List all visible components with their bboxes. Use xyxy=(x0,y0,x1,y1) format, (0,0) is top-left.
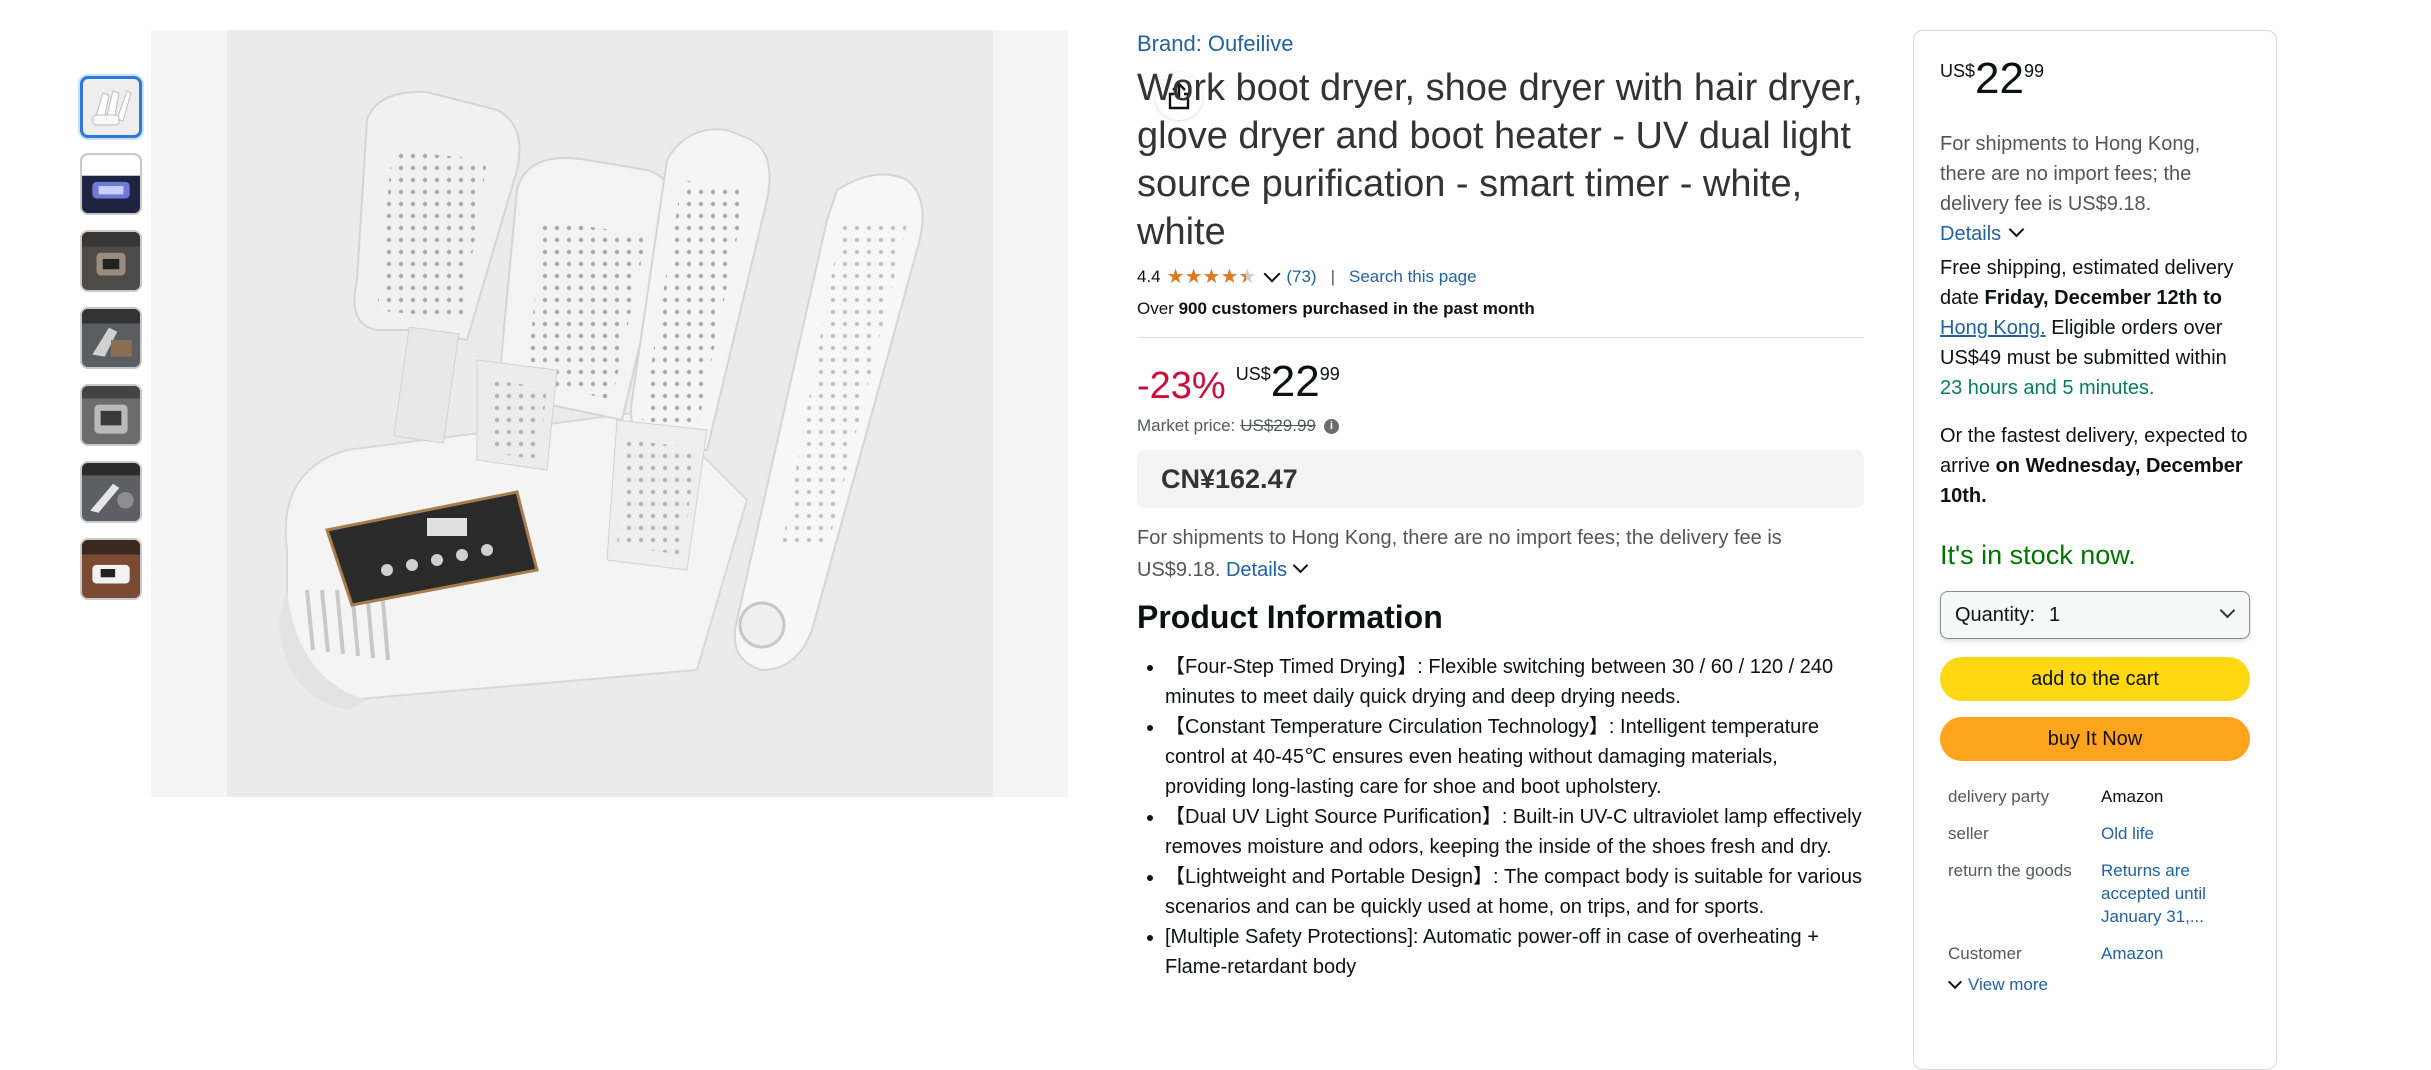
seller-info: delivery party Amazon seller Old life re… xyxy=(1940,785,2250,995)
star-icon: ★ xyxy=(1184,266,1203,288)
star-half-icon: ★ xyxy=(1238,266,1257,288)
view-more-label[interactable]: View more xyxy=(1968,975,2048,995)
thumbnail-5[interactable] xyxy=(80,384,142,446)
purchase-count-text: 900 customers purchased in the past mont… xyxy=(1178,299,1535,318)
quantity-value: 1 xyxy=(2049,603,2061,626)
buybox-price-currency: US$ xyxy=(1940,61,1976,81)
delivery-date: Friday, December 12th to xyxy=(1984,287,2222,309)
buybox-price-fraction: 99 xyxy=(2023,61,2044,81)
chevron-down-icon[interactable] xyxy=(1292,557,1309,574)
feature-bullet: [Multiple Safety Protections]: Automatic… xyxy=(1165,922,1864,982)
quantity-label: Quantity: xyxy=(1955,603,2036,626)
feature-bullet: 【Dual UV Light Source Purification】: Bui… xyxy=(1165,802,1864,862)
meta-key: return the goods xyxy=(1948,861,2072,880)
purchase-count: Over 900 customers purchased in the past… xyxy=(1137,299,1864,338)
meta-row-returns: return the goods Returns are accepted un… xyxy=(1940,859,2250,928)
quantity-select[interactable]: Quantity: 1 xyxy=(1940,591,2250,639)
returns-link[interactable]: Returns are accepted until January 31,..… xyxy=(2101,859,2250,928)
market-price-label: Market price: xyxy=(1137,416,1236,435)
thumbnail-2[interactable] xyxy=(80,153,142,215)
buybox-price-whole: 22 xyxy=(1975,54,2024,103)
fastest-delivery-info: Or the fastest delivery, expected to arr… xyxy=(1940,421,2250,511)
purchase-count-prefix: Over xyxy=(1137,299,1179,318)
buybox-details-label[interactable]: Details xyxy=(1940,223,2001,245)
star-icon: ★ xyxy=(1220,266,1239,288)
thumbnail-6[interactable] xyxy=(80,461,142,523)
main-product-image[interactable] xyxy=(151,30,1203,797)
market-price-row: Market price: US$29.99 i xyxy=(1137,416,1864,436)
stock-status: It's in stock now. xyxy=(1940,540,2136,570)
converted-price: CN¥162.47 xyxy=(1161,463,1298,494)
customer-service-link[interactable]: Amazon xyxy=(2101,942,2250,965)
thumbnail-1[interactable] xyxy=(80,76,142,138)
meta-value: Amazon xyxy=(2101,787,2164,806)
meta-row-delivery: delivery party Amazon xyxy=(1940,785,2250,808)
chevron-down-icon xyxy=(2219,602,2236,619)
price-whole: 22 xyxy=(1270,357,1320,406)
chevron-down-icon[interactable] xyxy=(2008,221,2025,238)
thumbnail-7[interactable] xyxy=(80,538,142,600)
star-icon: ★ xyxy=(1166,266,1185,288)
product-information-heading: Product Information xyxy=(1137,599,1443,635)
buy-box: US$ 22 99 For shipments to Hong Kong, th… xyxy=(1913,30,2277,1070)
meta-key: delivery party xyxy=(1948,787,2050,806)
details-link[interactable]: Details xyxy=(1226,559,1287,581)
price-row: -23% US$ 22 99 xyxy=(1137,360,1864,412)
chevron-down-icon[interactable] xyxy=(1263,265,1281,283)
market-price-value: US$29.99 xyxy=(1240,416,1316,435)
delivery-location-link[interactable]: Hong Kong. xyxy=(1940,317,2046,339)
add-to-cart-button[interactable]: add to the cart xyxy=(1940,657,2250,701)
buybox-details-link[interactable]: Details xyxy=(1940,219,2250,249)
order-countdown: 23 hours and 5 minutes. xyxy=(1940,377,2155,399)
chevron-down-icon xyxy=(1947,974,1963,990)
feature-bullet: 【Lightweight and Portable Design】: The c… xyxy=(1165,862,1864,922)
feature-bullet: 【Constant Temperature Circulation Techno… xyxy=(1165,712,1864,802)
feature-bullets: 【Four-Step Timed Drying】: Flexible switc… xyxy=(1137,652,1864,982)
view-more-link[interactable]: View more xyxy=(1940,974,2250,995)
thumbnail-strip xyxy=(80,76,144,615)
meta-key: seller xyxy=(1948,824,1989,843)
info-icon[interactable]: i xyxy=(1323,418,1339,434)
thumbnail-4[interactable] xyxy=(80,307,142,369)
feature-bullet: 【Four-Step Timed Drying】: Flexible switc… xyxy=(1165,652,1864,712)
search-this-page-link[interactable]: Search this page xyxy=(1349,267,1477,287)
rating-value: 4.4 xyxy=(1137,267,1161,286)
product-details: Brand: Oufeilive Work boot dryer, shoe d… xyxy=(1137,30,1864,982)
price-fraction: 99 xyxy=(1319,364,1340,384)
price-currency: US$ xyxy=(1235,364,1271,384)
free-shipping-info: Free shipping, estimated delivery date F… xyxy=(1940,253,2250,403)
thumbnail-3[interactable] xyxy=(80,230,142,292)
buy-now-button[interactable]: buy It Now xyxy=(1940,717,2250,761)
discount-percent: -23% xyxy=(1137,365,1226,407)
rating-stars[interactable]: ★ ★ ★ ★ ★ xyxy=(1167,267,1257,287)
buybox-shipping-note: For shipments to Hong Kong, there are no… xyxy=(1940,133,2201,215)
rating-row: 4.4 ★ ★ ★ ★ ★ (73) | Search this page xyxy=(1137,265,1864,289)
boot-dryer-photo xyxy=(279,90,924,710)
brand-link[interactable]: Brand: Oufeilive xyxy=(1137,30,1864,58)
seller-link[interactable]: Old life xyxy=(2101,822,2250,845)
rating-count-link[interactable]: (73) xyxy=(1286,267,1316,287)
meta-row-seller: seller Old life xyxy=(1940,822,2250,845)
shipping-note: For shipments to Hong Kong, there are no… xyxy=(1137,522,1864,586)
converted-price-box: CN¥162.47 xyxy=(1137,450,1864,508)
product-title: Work boot dryer, shoe dryer with hair dr… xyxy=(1137,67,1863,253)
meta-row-customer: Customer Amazon xyxy=(1940,942,2250,965)
star-icon: ★ xyxy=(1202,266,1221,288)
buybox-price: US$ 22 99 xyxy=(1940,55,2250,105)
meta-key: Customer xyxy=(1948,944,2022,963)
divider: | xyxy=(1330,267,1335,286)
